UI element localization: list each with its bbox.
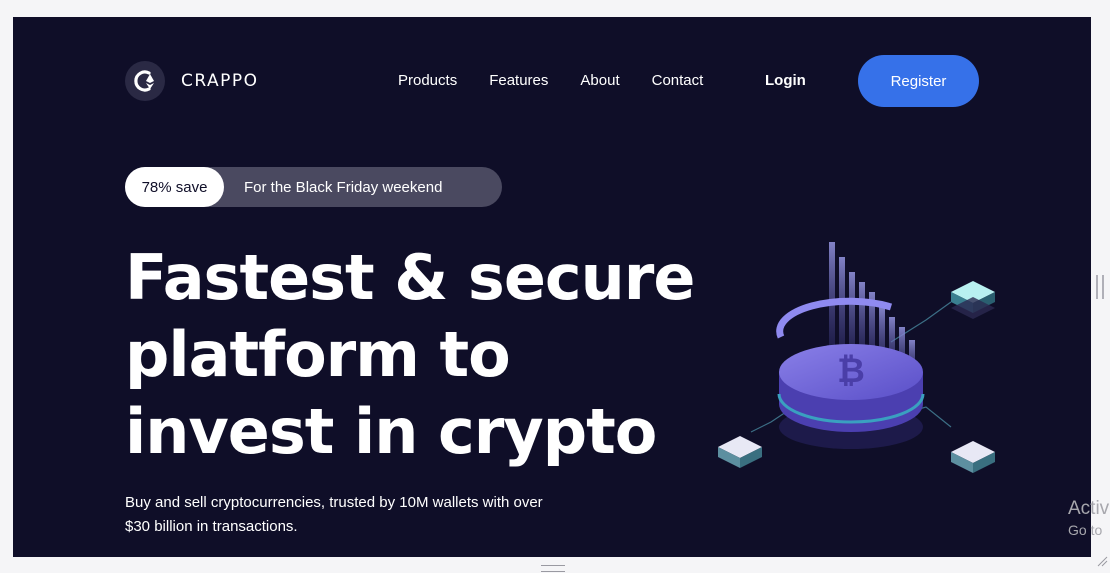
crappo-logo-icon [125, 61, 165, 101]
svg-text:₿: ₿ [837, 351, 865, 391]
hero-subtitle: Buy and sell cryptocurrencies, trusted b… [125, 494, 543, 535]
watermark-line2: Go to [1068, 522, 1103, 538]
resize-handle[interactable] [1096, 275, 1104, 299]
promo-banner: 78% save For the Black Friday weekend [125, 167, 502, 207]
brand-logo[interactable]: CRAPPO [125, 61, 259, 101]
promo-badge: 78% save [125, 167, 224, 207]
nav-link-features[interactable]: Features [489, 72, 548, 89]
bottom-resize-grip[interactable] [541, 565, 565, 572]
nav-link-about[interactable]: About [580, 72, 619, 89]
promo-text: For the Black Friday weekend [244, 178, 443, 196]
brand-name: CRAPPO [181, 71, 259, 91]
resize-corner-icon[interactable] [1096, 552, 1108, 571]
hero-title: Fastest & secure platform to invest in c… [125, 241, 695, 468]
landing-page: CRAPPO Products Features About Contact L… [13, 17, 1091, 557]
nav-link-contact[interactable]: Contact [652, 72, 704, 89]
windows-activation-watermark: Activ Go to [1068, 498, 1109, 538]
login-link[interactable]: Login [765, 72, 806, 89]
nav-link-products[interactable]: Products [398, 72, 457, 89]
main-nav: Products Features About Contact [398, 72, 703, 89]
register-button[interactable]: Register [858, 55, 979, 107]
watermark-line1: Activ [1068, 498, 1110, 519]
isometric-bitcoin-coin-illustration: ₿ [701, 222, 1001, 486]
